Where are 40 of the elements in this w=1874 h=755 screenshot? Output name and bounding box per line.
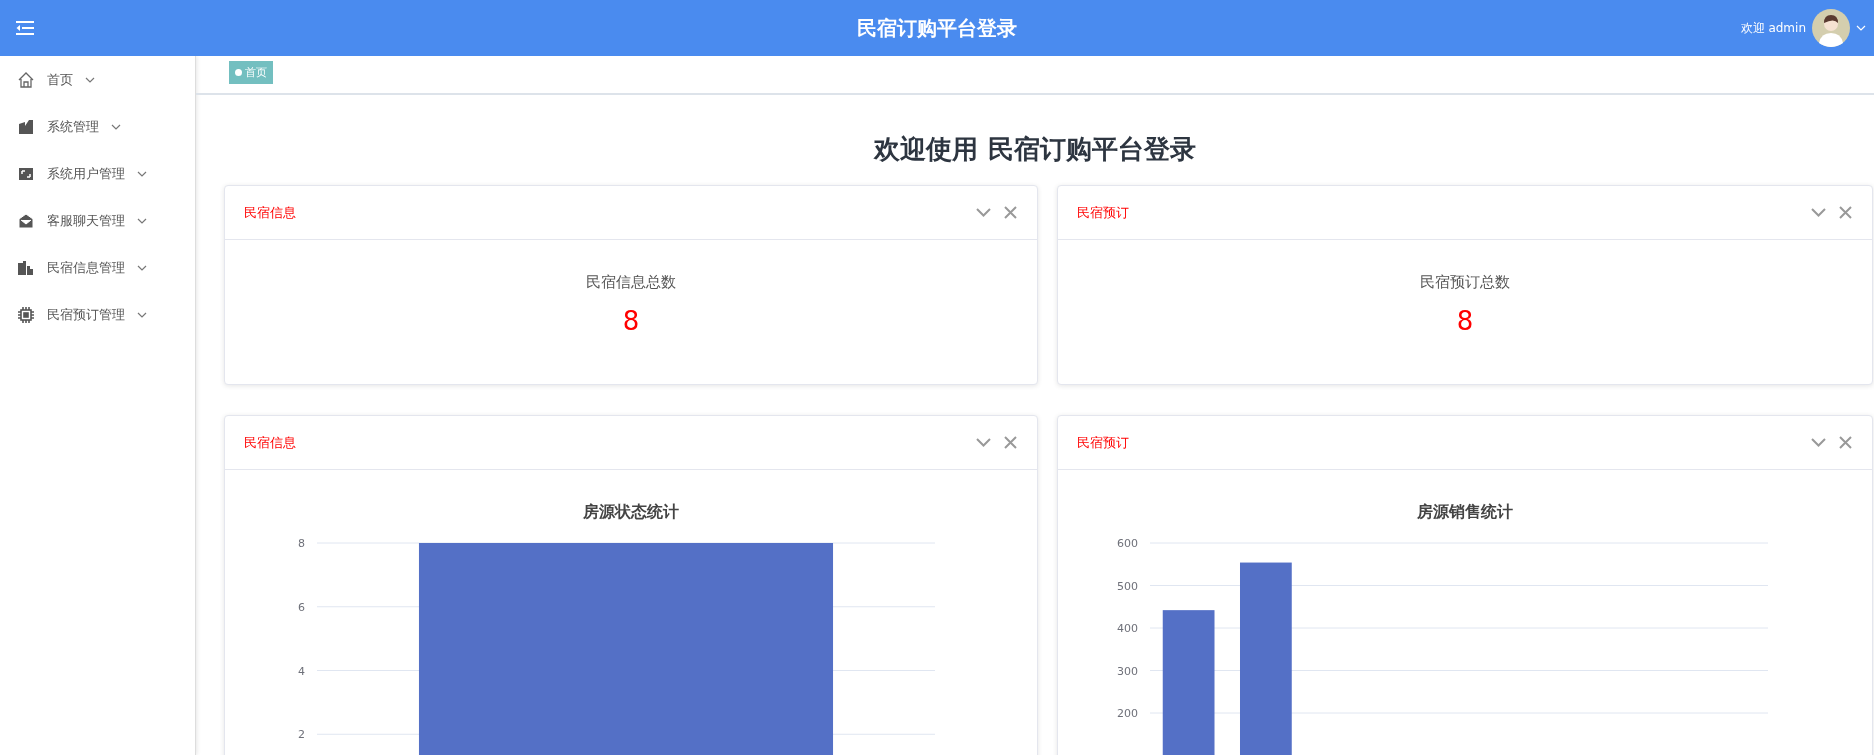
- stat-value: 8: [622, 306, 640, 336]
- card-title: 民宿信息: [244, 203, 296, 222]
- chart-title: 房源状态统计: [582, 502, 680, 523]
- close-icon[interactable]: [1002, 434, 1019, 451]
- sidebar-item[interactable]: 首页: [0, 56, 195, 103]
- envelope-icon: [17, 211, 35, 230]
- sidebar-item[interactable]: 系统用户管理: [0, 150, 195, 197]
- stat-label: 民宿预订总数: [1420, 273, 1510, 292]
- sidebar-item[interactable]: 客服聊天管理: [0, 197, 195, 244]
- close-icon[interactable]: [1837, 204, 1854, 221]
- stat-label: 民宿信息总数: [586, 273, 676, 292]
- caret-icon: [1856, 23, 1866, 33]
- axis-tick-label: 8: [298, 537, 305, 550]
- welcome-heading: 欢迎使用 民宿订购平台登录: [872, 133, 1197, 166]
- menu-icon[interactable]: [16, 21, 34, 35]
- app-title: 民宿订购平台登录: [857, 14, 1017, 42]
- close-icon[interactable]: [1837, 434, 1854, 451]
- card-title: 民宿预订: [1077, 203, 1129, 222]
- card-title: 民宿信息: [244, 433, 296, 452]
- axis-tick-label: 2: [298, 728, 305, 742]
- close-icon[interactable]: [1002, 204, 1019, 221]
- avatar[interactable]: [1812, 9, 1850, 47]
- axis-tick-label: 400: [1117, 622, 1138, 635]
- buildings-icon: [17, 258, 35, 277]
- sidebar-item[interactable]: 民宿预订管理: [0, 291, 195, 338]
- home-icon: [17, 70, 35, 89]
- axis-tick-label: 4: [298, 664, 305, 678]
- axis-tick-label: 300: [1117, 664, 1138, 678]
- stat-value: 8: [1456, 306, 1474, 336]
- axis-tick-label: 6: [298, 600, 305, 614]
- axis-tick-label: 600: [1117, 537, 1138, 550]
- card-title: 民宿预订: [1077, 433, 1129, 452]
- building-icon: [17, 117, 35, 136]
- sidebar-item[interactable]: 民宿信息管理: [0, 244, 195, 291]
- axis-tick-label: 500: [1117, 579, 1138, 593]
- sidebar-item[interactable]: 系统管理: [0, 103, 195, 150]
- chart-title: 房源销售统计: [1416, 502, 1514, 523]
- chip-icon: [17, 305, 35, 324]
- greeting-text: 欢迎 admin: [1740, 19, 1806, 37]
- axis-tick-label: 200: [1117, 707, 1138, 720]
